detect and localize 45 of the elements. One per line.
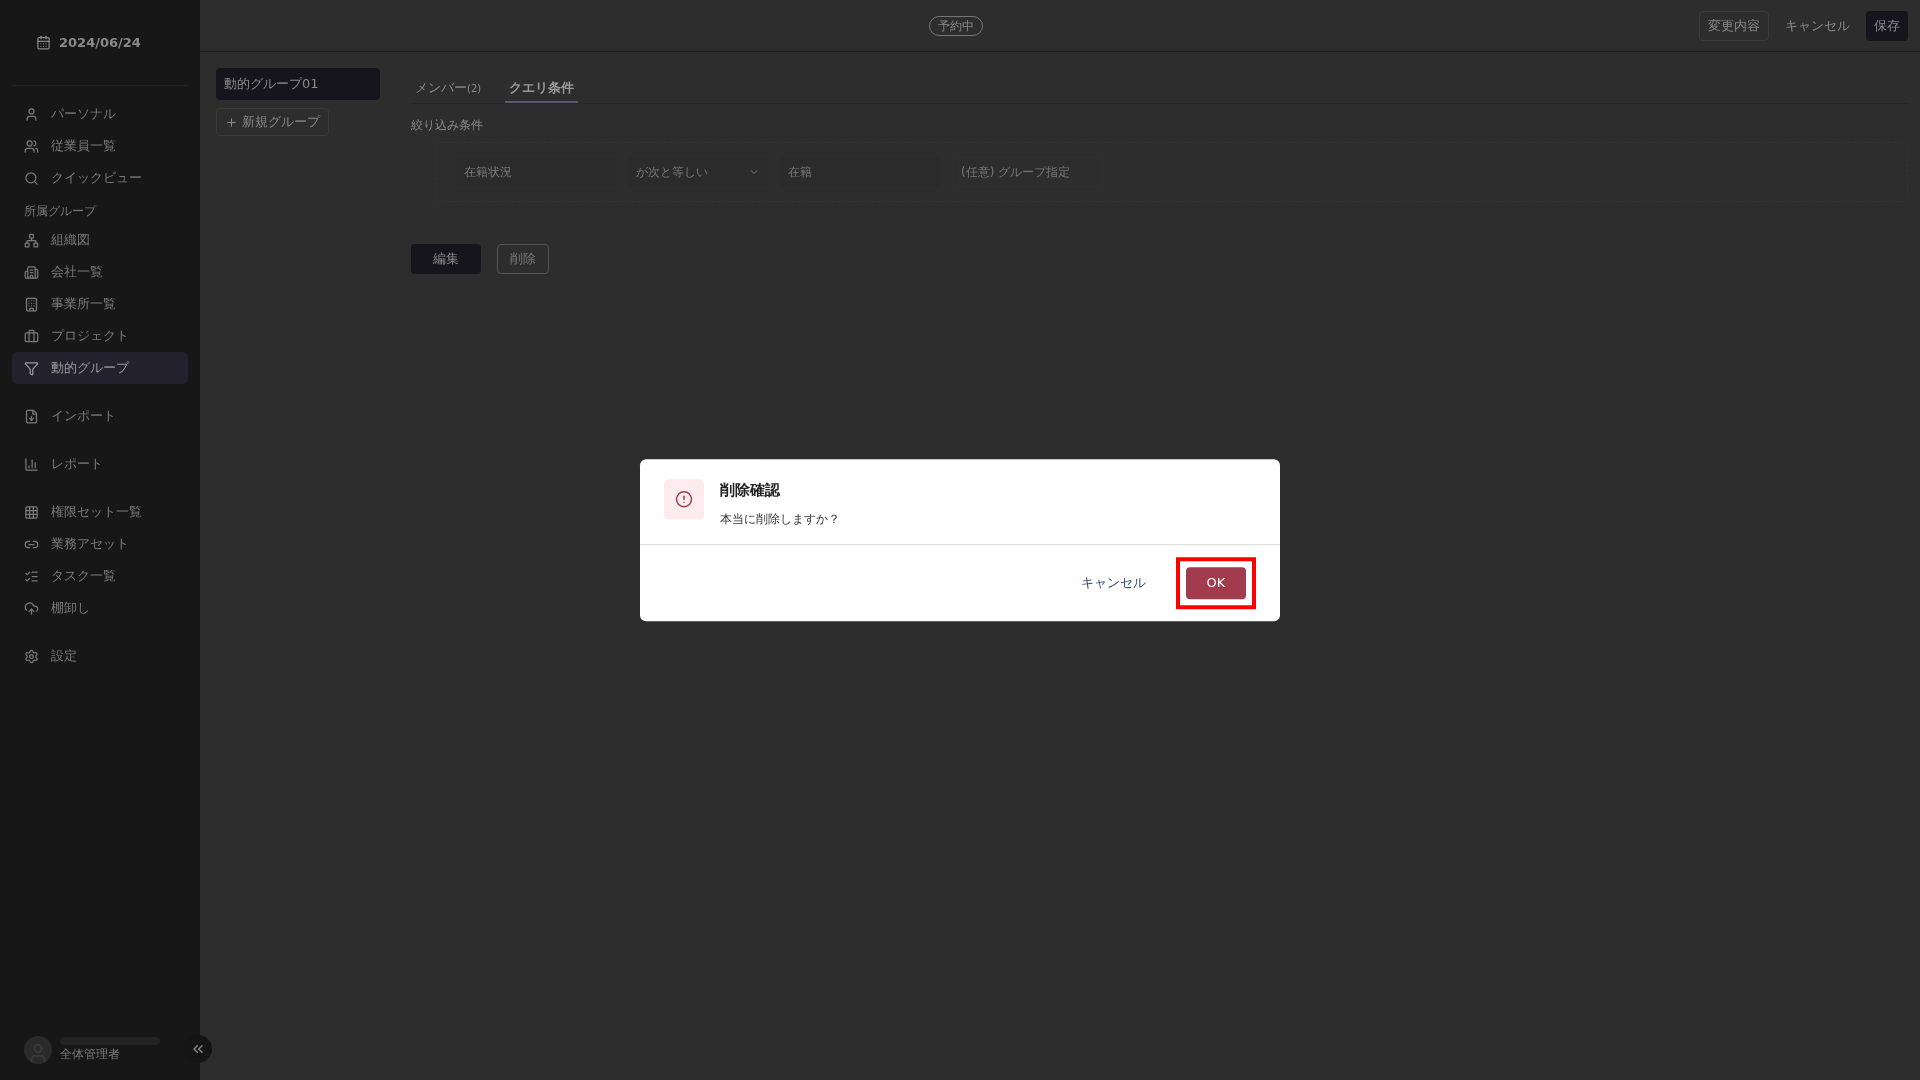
section-title: 絞り込み条件	[411, 117, 484, 134]
user-role: 全体管理者	[60, 1046, 121, 1063]
building-icon	[24, 264, 39, 280]
hierarchy-icon	[24, 232, 39, 248]
ok-button[interactable]: OK	[1186, 566, 1246, 599]
date-label: 2024/06/24	[59, 33, 141, 52]
bar-chart-icon	[24, 456, 39, 472]
dialog-message: 本当に削除しますか？	[720, 510, 840, 528]
action-button[interactable]: 編集	[411, 244, 481, 274]
calendar-icon	[36, 35, 51, 50]
toolbar-button[interactable]: キャンセル	[1777, 10, 1858, 41]
nav-item[interactable]: パーソナル	[12, 98, 188, 130]
list-icon	[24, 568, 39, 584]
nav-item[interactable]: 動的グループ	[12, 352, 188, 384]
alert-icon	[675, 490, 693, 509]
toolbar-button[interactable]: 変更内容	[1699, 10, 1769, 41]
people-icon	[24, 138, 39, 154]
settings-icon	[24, 648, 39, 664]
nav-item[interactable]: 組織図	[12, 224, 188, 256]
nav-item[interactable]: レポート	[12, 448, 188, 480]
nav-item[interactable]: プロジェクト	[12, 320, 188, 352]
tab[interactable]: クエリ条件	[505, 77, 579, 103]
avatar-icon	[24, 1036, 52, 1064]
tab[interactable]: メンバー(2)	[411, 77, 486, 103]
nav-item[interactable]: 設定	[12, 640, 188, 672]
nav-section-header: 所属グループ	[23, 203, 98, 220]
grid-icon	[24, 504, 39, 520]
action-button[interactable]: 削除	[497, 244, 549, 274]
filter-icon	[24, 360, 39, 376]
nav-item[interactable]: クイックビュー	[12, 162, 188, 194]
plus-icon	[225, 115, 238, 129]
file-download-icon	[24, 408, 39, 424]
briefcase-icon	[24, 328, 39, 344]
cancel-button[interactable]: キャンセル	[1073, 566, 1154, 599]
nav-item[interactable]: 業務アセット	[12, 528, 188, 560]
search-icon	[24, 170, 39, 186]
new-group-button[interactable]: 新規グループ	[216, 108, 329, 136]
nav-item[interactable]: 棚卸し	[12, 592, 188, 624]
toolbar-button[interactable]: 保存	[1866, 10, 1908, 41]
dialog-title: 削除確認	[720, 480, 781, 502]
nav-item[interactable]: インポート	[12, 400, 188, 432]
cloud-upload-icon	[24, 600, 39, 616]
building-icon	[24, 296, 39, 312]
group-list-item[interactable]: 動的グループ01	[216, 68, 380, 100]
person-icon	[24, 106, 39, 122]
